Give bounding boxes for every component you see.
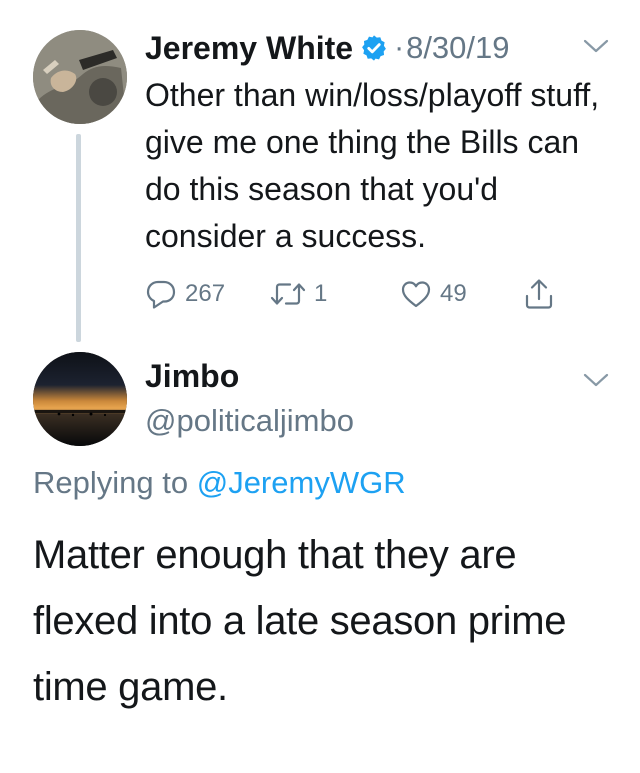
heart-icon xyxy=(401,281,431,308)
thread-connector-line xyxy=(76,134,81,342)
reply-count: 267 xyxy=(185,280,226,307)
author-display-name[interactable]: Jeremy White xyxy=(145,30,353,67)
avatar-jimbo[interactable] xyxy=(33,352,127,446)
chevron-down-icon[interactable] xyxy=(583,38,609,54)
reply-author-handle[interactable]: @politicaljimbo xyxy=(145,403,354,439)
avatar-jeremy-white[interactable] xyxy=(33,30,127,124)
reply-author-display-name[interactable]: Jimbo xyxy=(145,358,239,395)
parent-tweet-text: Other than win/loss/playoff stuff, give … xyxy=(145,77,600,254)
reply-tweet-text: Matter enough that they are flexed into … xyxy=(33,533,567,709)
like-button[interactable]: 49 xyxy=(400,274,467,314)
tweet-date[interactable]: 8/30/19 xyxy=(406,30,509,66)
meta-separator: · xyxy=(394,31,405,64)
replying-to-line: Replying to @JeremyWGR xyxy=(33,465,406,501)
share-button[interactable] xyxy=(522,274,556,314)
retweet-count: 1 xyxy=(314,280,328,307)
retweet-icon xyxy=(270,283,306,305)
replying-to-label: Replying to xyxy=(33,465,189,500)
replying-to-handle-link[interactable]: @JeremyWGR xyxy=(197,465,406,500)
parent-tweet-header: Jeremy White · 8/30/19 xyxy=(145,28,510,68)
chevron-down-icon[interactable] xyxy=(583,372,609,388)
verified-badge-icon xyxy=(362,35,386,61)
like-count: 49 xyxy=(440,280,467,307)
reply-button[interactable]: 267 xyxy=(145,274,225,314)
reply-icon xyxy=(146,280,176,309)
avatar-image xyxy=(33,30,127,124)
avatar-image xyxy=(33,352,127,446)
retweet-button[interactable]: 1 xyxy=(270,274,327,314)
share-icon xyxy=(525,279,553,309)
